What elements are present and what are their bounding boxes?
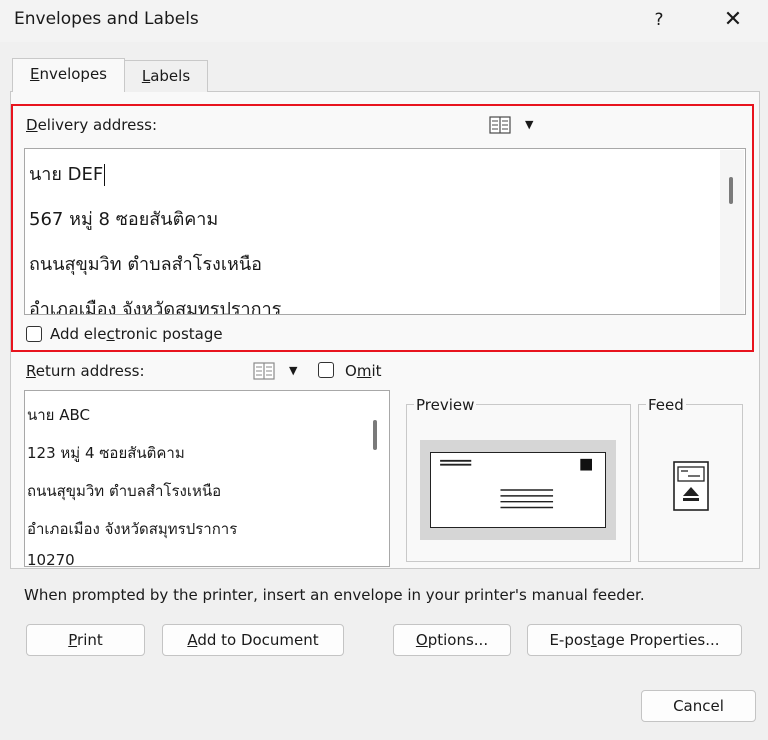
print-accesskey: P <box>68 631 78 649</box>
delivery-scrollbar[interactable] <box>720 150 744 314</box>
return-address-textarea[interactable]: นาย ABC 123 หมู่ 4 ซอยสันติคาม ถนนสุขุมว… <box>24 390 390 567</box>
tab-envelopes[interactable]: Envelopes <box>12 58 125 92</box>
delivery-scrollbar-thumb[interactable] <box>729 177 733 204</box>
address-book-icon[interactable] <box>253 361 275 381</box>
return-accesskey: R <box>26 362 36 380</box>
add-electronic-postage-label[interactable]: Add electronic postage <box>50 325 223 343</box>
return-line-4: อำเภอเมือง จังหวัดสมุทรปราการ <box>27 520 238 538</box>
print-button[interactable]: Print <box>26 624 145 656</box>
return-line-3: ถนนสุขุมวิท ตำบลสำโรงเหนือ <box>27 482 222 500</box>
postage-label-post: tronic postage <box>114 325 223 343</box>
delivery-line-3: ถนนสุขุมวิท ตำบลสำโรงเหนือ <box>29 254 262 275</box>
delivery-label-text: elivery address: <box>37 116 158 134</box>
options-accesskey: O <box>415 631 428 649</box>
delivery-line-4: อำเภอเมือง จังหวัดสมุทรปราการ <box>29 299 282 315</box>
add-to-document-button[interactable]: Add to Document <box>162 624 344 656</box>
omit-accesskey: m <box>356 362 372 380</box>
return-label-text: eturn address: <box>35 362 145 380</box>
window-title: Envelopes and Labels <box>14 9 199 29</box>
delivery-accesskey: D <box>26 116 38 134</box>
return-line-5: 10270 <box>27 551 75 567</box>
address-book-icon[interactable] <box>489 115 511 135</box>
envelope-preview-icon <box>430 452 606 528</box>
return-address-book-dropdown[interactable]: ▼ <box>289 364 297 377</box>
add-doc-label: dd to Document <box>197 631 319 649</box>
add-doc-accesskey: A <box>187 631 198 649</box>
return-line-2: 123 หมู่ 4 ซอยสันติคาม <box>27 444 185 462</box>
return-line-1: นาย ABC <box>27 406 90 424</box>
epostage-label-pre: E-pos <box>549 631 591 649</box>
add-electronic-postage-checkbox[interactable] <box>26 326 42 342</box>
text-cursor <box>104 164 106 186</box>
tab-envelopes-label: nvelopes <box>39 65 107 83</box>
tab-labels-accesskey: L <box>141 67 151 85</box>
tab-labels[interactable]: Labels <box>124 60 208 92</box>
feed-label: Feed <box>646 396 686 414</box>
delivery-line-2: 567 หมู่ 8 ซอยสันติคาม <box>29 209 219 230</box>
postage-accesskey: c <box>106 325 115 343</box>
omit-checkbox[interactable] <box>318 362 334 378</box>
delivery-address-textarea[interactable]: นาย DEF 567 หมู่ 8 ซอยสันติคาม ถนนสุขุมว… <box>24 148 746 315</box>
print-label: rint <box>77 631 103 649</box>
return-scrollbar-thumb[interactable] <box>373 420 377 450</box>
postage-label-pre: Add ele <box>50 325 107 343</box>
cancel-button[interactable]: Cancel <box>641 690 756 722</box>
preview-label: Preview <box>414 396 477 414</box>
close-button[interactable]: ✕ <box>718 4 748 36</box>
delivery-line-1: นาย DEF <box>29 159 106 188</box>
instruction-text: When prompted by the printer, insert an … <box>24 586 645 604</box>
delivery-address-label: Delivery address: <box>26 116 157 134</box>
feed-icon <box>673 461 709 511</box>
delivery-address-book-dropdown[interactable]: ▼ <box>525 118 533 131</box>
e-postage-properties-button[interactable]: E-postage Properties... <box>527 624 742 656</box>
help-button[interactable]: ? <box>644 4 674 36</box>
omit-label[interactable]: Omit <box>345 362 382 380</box>
omit-label-post: it <box>371 362 382 380</box>
delivery-line-1-text: นาย DEF <box>29 164 104 185</box>
options-button[interactable]: Options... <box>393 624 511 656</box>
return-address-label: Return address: <box>26 362 145 380</box>
epostage-label-post: age Properties... <box>596 631 720 649</box>
omit-label-pre: O <box>345 362 357 380</box>
tab-labels-label: abels <box>150 67 191 85</box>
options-label: ptions... <box>427 631 489 649</box>
